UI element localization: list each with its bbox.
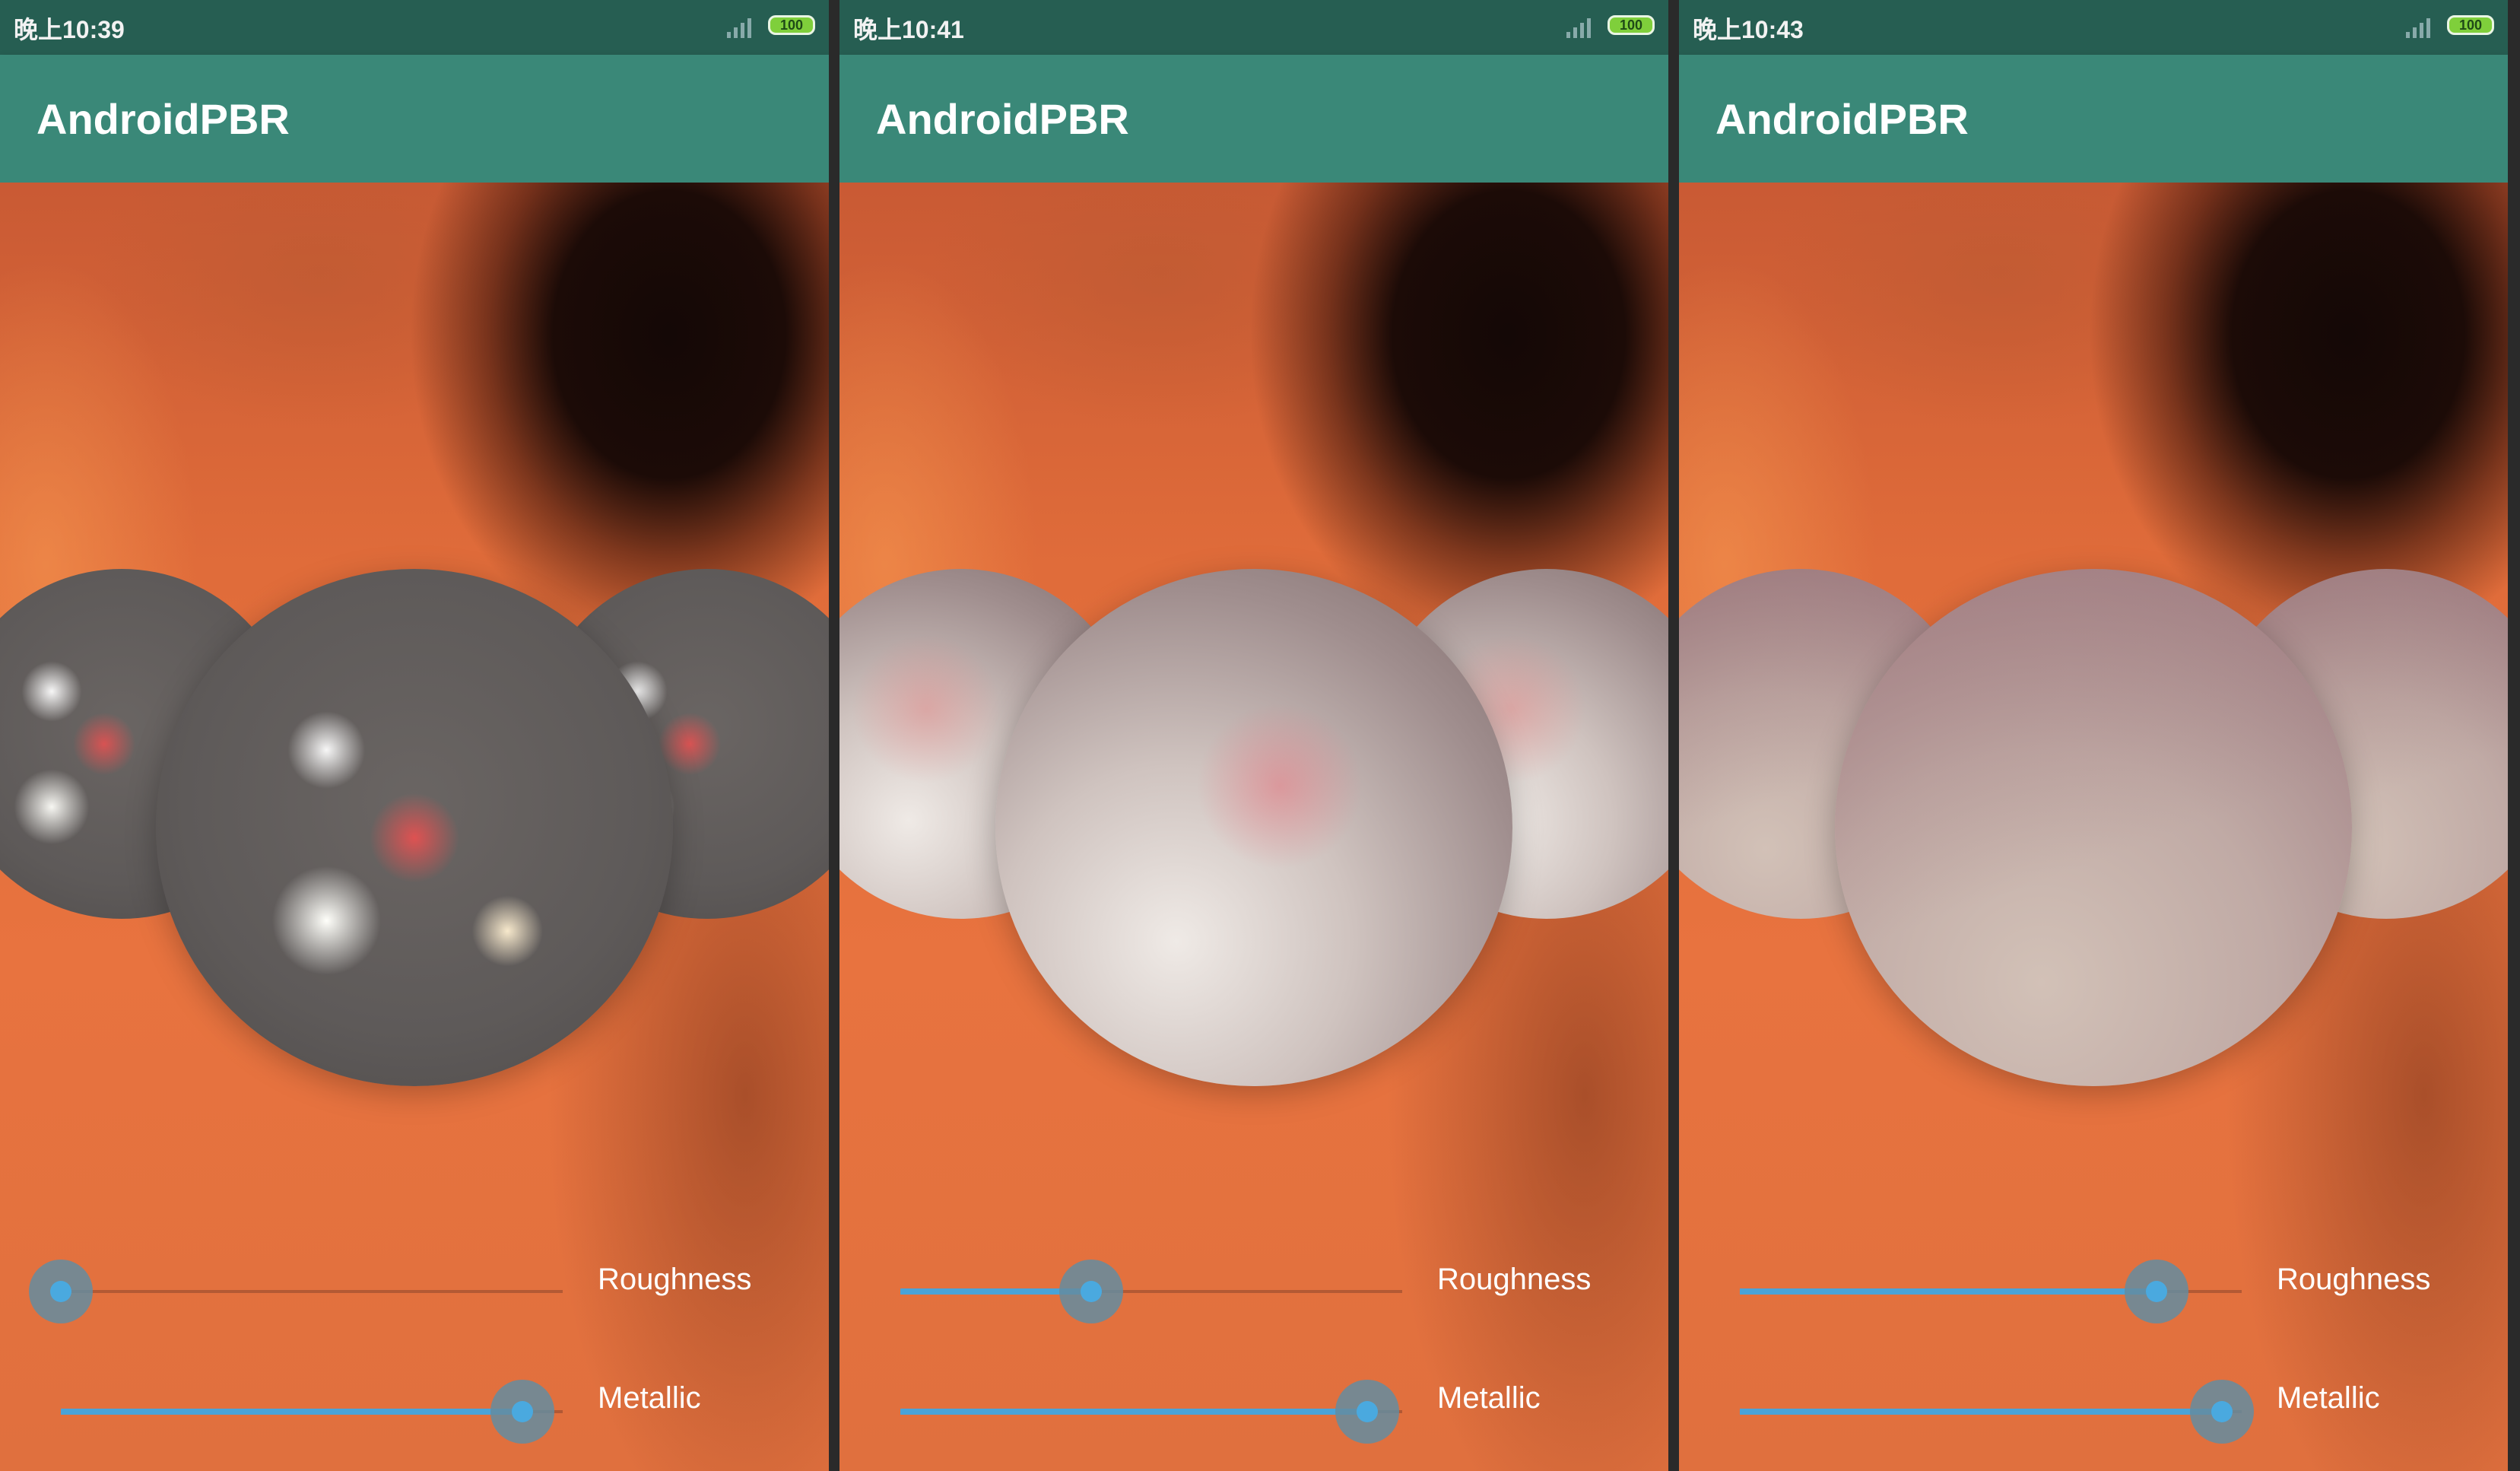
roughness-slider[interactable] — [1709, 1260, 2242, 1323]
roughness-slider[interactable] — [29, 1260, 563, 1323]
sphere-center — [995, 569, 1512, 1086]
app-title: AndroidPBR — [876, 95, 1129, 143]
app-bar: AndroidPBR — [839, 55, 1668, 183]
battery-icon: 100 — [768, 15, 815, 35]
slider-fill — [900, 1409, 1367, 1415]
app-bar: AndroidPBR — [0, 55, 829, 183]
signal-icon — [2406, 18, 2430, 38]
roughness-label: Roughness — [1437, 1263, 1592, 1296]
slider-fill — [61, 1409, 523, 1415]
slider-track — [61, 1290, 563, 1293]
slider-thumb[interactable] — [2145, 1281, 2167, 1302]
status-bar: 晚上10:43 100 — [1679, 0, 2508, 55]
status-time: 晚上10:41 — [853, 16, 964, 43]
metallic-label: Metallic — [2277, 1381, 2380, 1415]
status-time: 晚上10:43 — [1693, 16, 1804, 43]
metallic-slider[interactable] — [1709, 1380, 2254, 1444]
sphere-center — [156, 569, 673, 1086]
roughness-label: Roughness — [598, 1263, 752, 1296]
roughness-label: Roughness — [2277, 1263, 2431, 1296]
metallic-label: Metallic — [1437, 1381, 1541, 1415]
signal-icon — [1566, 18, 1591, 38]
signal-icon — [727, 18, 751, 38]
sphere-center — [1835, 569, 2352, 1086]
status-time: 晚上10:39 — [14, 16, 125, 43]
status-bar: 晚上10:39 100 — [0, 0, 829, 55]
app-bar: AndroidPBR — [1679, 55, 2508, 183]
slider-thumb[interactable] — [1080, 1281, 1102, 1302]
metallic-slider[interactable] — [870, 1380, 1402, 1444]
phone-screen-3: 晚上10:43 100 AndroidPBR Roughness Metalli… — [1679, 0, 2508, 1471]
slider-fill — [1740, 1288, 2157, 1295]
slider-thumb[interactable] — [512, 1401, 534, 1422]
battery-icon: 100 — [1608, 15, 1655, 35]
phone-screen-2: 晚上10:41 100 AndroidPBR Roughness Metalli… — [839, 0, 1668, 1471]
metallic-slider[interactable] — [30, 1380, 563, 1444]
app-title: AndroidPBR — [36, 95, 290, 143]
metallic-label: Metallic — [598, 1381, 701, 1415]
slider-thumb[interactable] — [1356, 1401, 1378, 1422]
slider-thumb[interactable] — [2211, 1401, 2233, 1422]
slider-thumb[interactable] — [50, 1281, 71, 1302]
battery-icon: 100 — [2447, 15, 2494, 35]
roughness-slider[interactable] — [870, 1260, 1402, 1323]
slider-fill — [1740, 1409, 2222, 1415]
phone-screen-1: 晚上10:39 100 AndroidPBR Roughness Metalli… — [0, 0, 829, 1471]
app-title: AndroidPBR — [1715, 95, 1969, 143]
status-bar: 晚上10:41 100 — [839, 0, 1668, 55]
